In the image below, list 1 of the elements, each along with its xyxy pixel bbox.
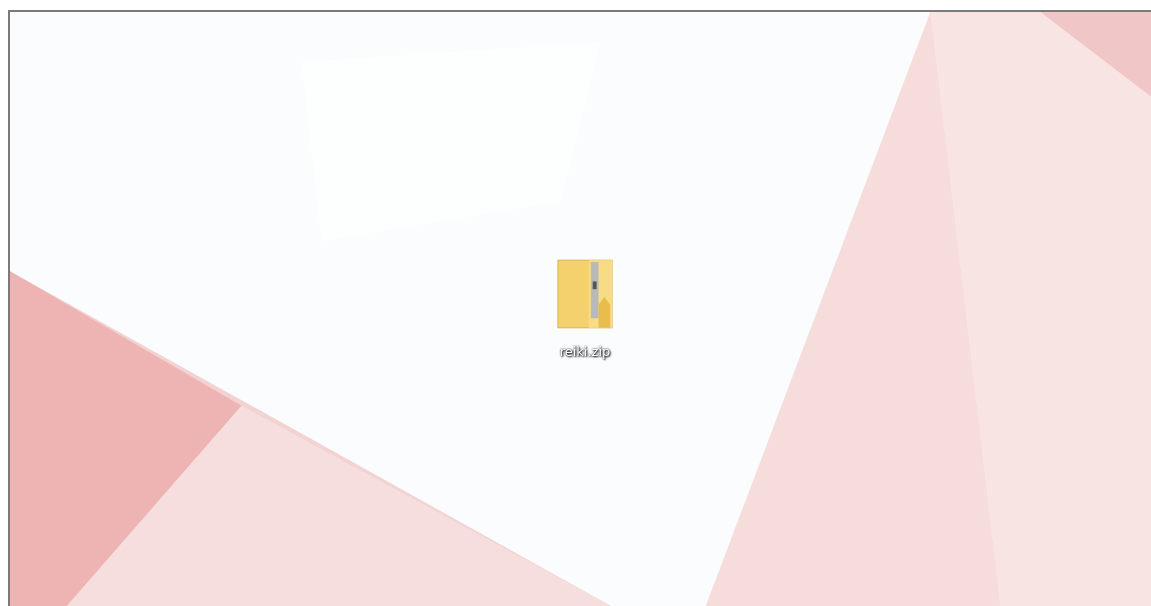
zip-folder-icon	[556, 258, 614, 330]
